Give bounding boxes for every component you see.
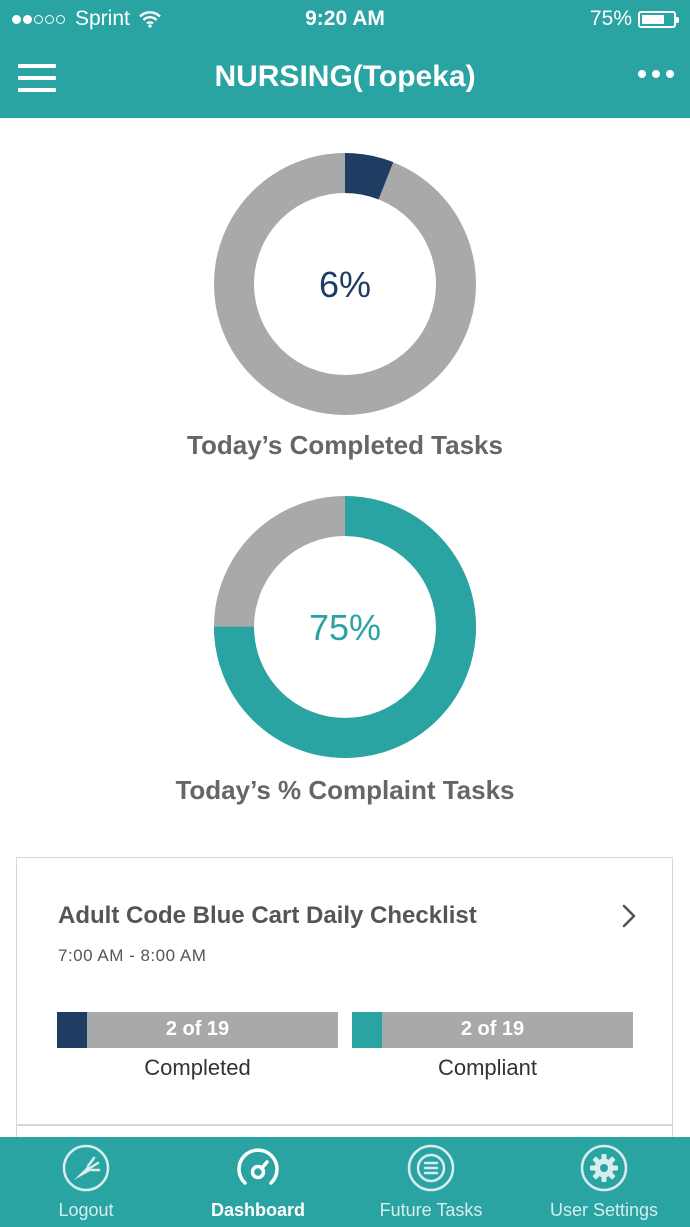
tab-future-tasks-label: Future Tasks xyxy=(379,1200,483,1220)
completed-progress-text: 2 of 19 xyxy=(165,1018,230,1040)
tab-dashboard[interactable]: Dashboard xyxy=(172,1137,344,1227)
tab-dashboard-label: Dashboard xyxy=(210,1200,306,1220)
tab-bar: Logout Dashboard Future Tasks User Setti… xyxy=(0,1137,690,1227)
gauge-icon xyxy=(237,1148,279,1185)
status-time: 9:20 AM xyxy=(305,7,385,30)
nav-bar: NURSING(Topeka) xyxy=(0,38,690,118)
chevron-right-icon[interactable] xyxy=(622,904,636,928)
completed-caption: Completed xyxy=(144,1055,251,1080)
compliant-caption: Compliant xyxy=(437,1055,538,1080)
compliant-progress-bar: 2 of 19 xyxy=(352,1012,633,1048)
completed-progress-bar: 2 of 19 xyxy=(57,1012,338,1048)
list-icon xyxy=(407,1144,455,1192)
task-time-range: 7:00 AM - 8:00 AM xyxy=(58,946,207,965)
status-right: 75% xyxy=(589,7,679,31)
page-title: NURSING(Topeka) xyxy=(214,60,476,93)
card-divider xyxy=(17,1124,672,1126)
logout-icon xyxy=(62,1144,110,1192)
completed-tasks-label: Today’s Completed Tasks xyxy=(187,430,503,460)
compliant-tasks-donut: 75% xyxy=(214,496,476,758)
completed-tasks-donut: 6% xyxy=(214,153,476,415)
status-bar: Sprint 9:20 AM 75% xyxy=(0,0,690,38)
tab-user-settings[interactable]: User Settings xyxy=(518,1137,690,1227)
compliant-tasks-label: Today’s % Complaint Tasks xyxy=(175,775,515,805)
tab-logout[interactable]: Logout xyxy=(0,1137,172,1227)
completed-percent: 6% xyxy=(319,264,371,305)
tab-user-settings-label: User Settings xyxy=(549,1200,659,1220)
compliant-percent: 75% xyxy=(309,607,381,648)
gear-icon xyxy=(580,1144,628,1192)
battery-percent: 75% xyxy=(589,7,632,30)
tab-future-tasks[interactable]: Future Tasks xyxy=(345,1137,517,1227)
task-title: Adult Code Blue Cart Daily Checklist xyxy=(58,902,477,929)
compliant-progress-text: 2 of 19 xyxy=(460,1018,525,1040)
battery-icon xyxy=(638,10,679,28)
tab-logout-label: Logout xyxy=(58,1200,114,1220)
task-card[interactable]: Adult Code Blue Cart Daily Checklist 7:0… xyxy=(16,857,673,1147)
more-dots-icon[interactable] xyxy=(632,70,674,78)
